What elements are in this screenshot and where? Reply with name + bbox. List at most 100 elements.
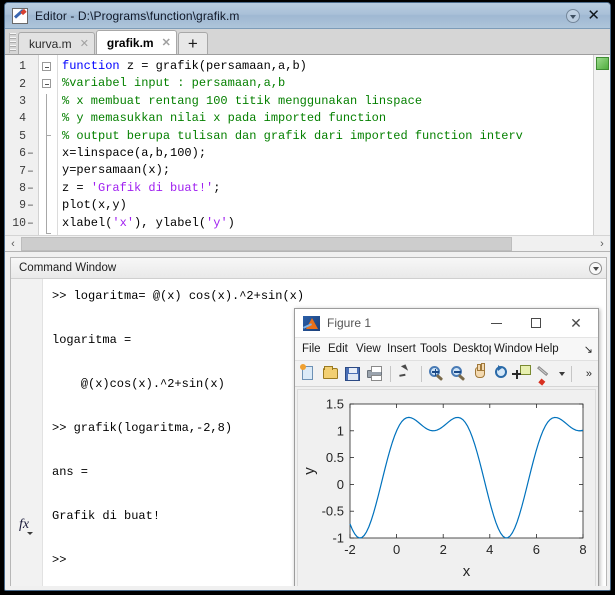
new-figure-icon[interactable]: [298, 363, 319, 384]
line-number: 6–: [19, 147, 34, 161]
menu-view[interactable]: View: [353, 343, 384, 355]
code-token: z = grafik(persamaan,a,b): [126, 59, 307, 73]
pan-hand-icon[interactable]: [470, 363, 491, 384]
fold-marker: [39, 110, 57, 127]
line-number: 10–: [12, 216, 34, 230]
toolbar-separator: [571, 365, 572, 382]
chevron-down-icon[interactable]: [589, 261, 602, 275]
fold-toggle[interactable]: [39, 75, 57, 92]
command-window-title: Command Window: [19, 262, 117, 274]
rotate-3d-icon[interactable]: [492, 363, 513, 384]
code-token: 'x': [112, 215, 135, 230]
figure-toolbar: »: [295, 361, 598, 387]
code-line: plot(x,y): [58, 197, 593, 214]
menu-window[interactable]: Window: [491, 343, 532, 355]
maximize-icon[interactable]: [516, 310, 556, 337]
title-bar: Editor - D:\Programs\function\grafik.m ✕: [5, 3, 610, 29]
minimize-icon[interactable]: [476, 310, 516, 337]
scroll-left-icon[interactable]: ‹: [5, 236, 21, 251]
zoom-in-icon[interactable]: [426, 363, 447, 384]
menu-tools[interactable]: Tools: [417, 343, 450, 355]
fold-toggle[interactable]: [39, 58, 57, 75]
fx-label: fx: [19, 517, 30, 532]
fx-icon[interactable]: fx: [19, 517, 33, 535]
line-number: 2: [19, 77, 26, 91]
menu-insert[interactable]: Insert: [384, 343, 417, 355]
code-line: z = 'Grafik di buat!';: [58, 180, 593, 197]
new-tab-button[interactable]: +: [177, 32, 208, 54]
line-number-gutter: 1 2 3 4 5 6– 7– 8– 9– 10–: [5, 55, 39, 251]
tab-close-icon[interactable]: ✕: [80, 37, 89, 50]
editor-window: Editor - D:\Programs\function\grafik.m ✕…: [4, 2, 611, 591]
pointer-icon-glyph: [400, 364, 409, 373]
menu-file[interactable]: File: [299, 343, 325, 355]
code-text-area[interactable]: function z = grafik(persamaan,a,b) %varia…: [57, 55, 593, 251]
code-line: y=persamaan(x);: [58, 162, 593, 179]
y-tick-label: -1: [332, 531, 344, 546]
code-editor-pane: 1 2 3 4 5 6– 7– 8– 9– 10– function z = grafik(per…: [5, 55, 610, 252]
code-token: xlabel(: [62, 215, 113, 230]
x-tick-label: 0: [393, 542, 400, 557]
line-number: 1: [19, 60, 26, 74]
line-number: 5: [19, 129, 26, 143]
command-window-header: Command Window: [11, 258, 606, 279]
open-file-icon-glyph: [323, 366, 338, 379]
code-line: function z = grafik(persamaan,a,b): [58, 58, 593, 75]
print-figure-icon[interactable]: [364, 363, 385, 384]
toolbar-separator: [390, 365, 391, 382]
menu-overflow-icon[interactable]: ↘: [584, 343, 596, 356]
menu-help[interactable]: Help: [532, 343, 560, 355]
toolbar-overflow-icon[interactable]: »: [586, 368, 596, 380]
figure-plot-canvas[interactable]: -2 0 2 4 6 8 -1 -0.5 0 0.5 1 1.5 x y: [297, 389, 596, 589]
menu-edit[interactable]: Edit: [325, 343, 353, 355]
command-line: >> logaritma= @(x) cos(x).^2+sin(x): [52, 289, 305, 303]
open-file-icon[interactable]: [320, 363, 341, 384]
fx-caret-icon[interactable]: [27, 532, 33, 535]
dock-arrow-icon[interactable]: [566, 8, 581, 23]
close-icon[interactable]: ✕: [587, 8, 600, 23]
save-figure-icon[interactable]: [342, 363, 363, 384]
line-number: 4: [19, 112, 26, 126]
x-tick-label: 8: [579, 542, 586, 557]
zoom-out-icon-glyph: [451, 366, 462, 377]
window-bottom-strip: [5, 586, 610, 590]
figure-title-bar: Figure 1 ✕: [295, 309, 598, 338]
close-icon[interactable]: ✕: [556, 310, 596, 337]
title-bar-buttons: ✕: [566, 8, 606, 23]
menu-desktop[interactable]: Desktop: [450, 343, 491, 355]
code-line: xlabel('x'), ylabel('y'): [58, 215, 593, 232]
y-tick-label: 0.5: [326, 450, 344, 465]
editor-pencil-icon: [12, 7, 28, 24]
analyzer-ok-indicator[interactable]: [595, 57, 609, 70]
code-token: y=persamaan(x);: [62, 163, 171, 178]
figure-menu-bar: File Edit View Insert Tools Desktop Window Help…: [295, 338, 598, 361]
fold-marker: [39, 162, 57, 179]
line-number: 3: [19, 94, 26, 108]
code-analyzer-strip[interactable]: [593, 55, 610, 251]
data-cursor-icon[interactable]: [512, 363, 535, 384]
y-tick-label: -0.5: [322, 504, 344, 519]
code-token: ;: [213, 180, 221, 195]
code-token: %variabel input : persamaan,a,b: [62, 76, 286, 91]
zoom-out-icon[interactable]: [448, 363, 469, 384]
tab-kurva-m[interactable]: kurva.m ✕: [18, 32, 95, 54]
figure-window-buttons: ✕: [476, 310, 596, 337]
code-fold-column: [39, 55, 57, 251]
editor-horizontal-scrollbar[interactable]: ‹ ›: [5, 235, 610, 251]
tab-close-icon[interactable]: ✕: [162, 36, 171, 49]
fold-marker: [39, 215, 57, 232]
scroll-right-icon[interactable]: ›: [594, 236, 610, 251]
code-line: x=linspace(a,b,100);: [58, 145, 593, 162]
scrollbar-thumb[interactable]: [21, 236, 512, 251]
new-figure-icon-glyph: [300, 364, 313, 380]
fold-collapse-icon[interactable]: [42, 62, 51, 71]
brush-color-dropdown-icon[interactable]: [558, 363, 567, 384]
toolbar-separator: [421, 365, 422, 382]
tab-label: kurva.m: [29, 36, 72, 51]
brush-icon[interactable]: [536, 363, 557, 384]
fold-collapse-icon[interactable]: [42, 79, 51, 89]
tab-strip-grip[interactable]: [9, 33, 16, 53]
code-token: 'y': [206, 215, 228, 230]
tab-grafik-m[interactable]: grafik.m ✕: [95, 30, 177, 54]
pointer-icon[interactable]: [395, 363, 416, 384]
